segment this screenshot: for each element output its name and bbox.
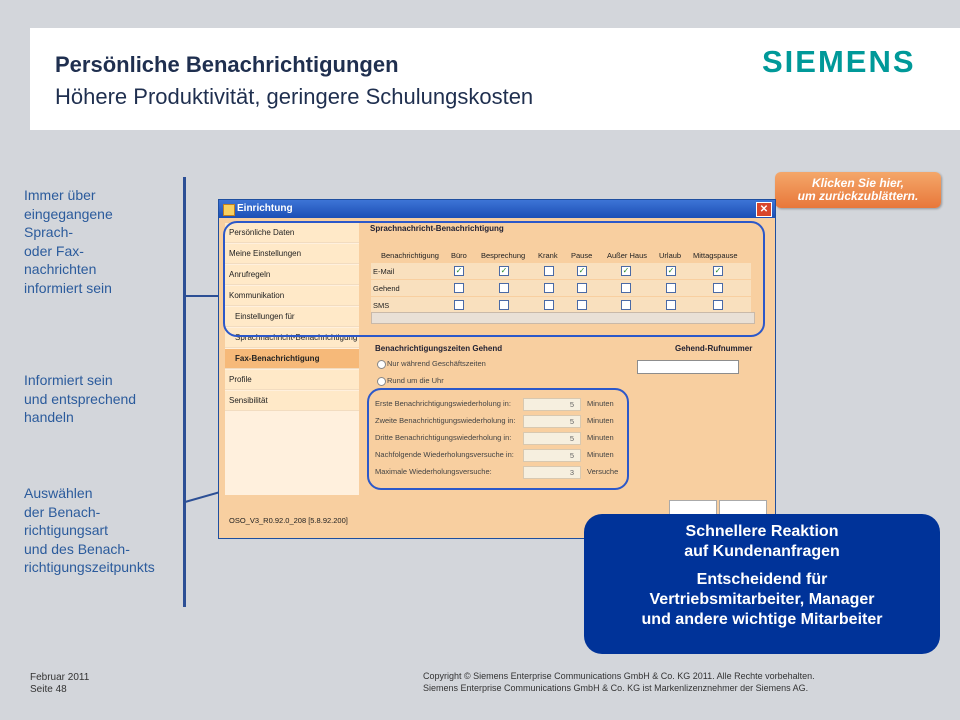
repeat-field-unit: Minuten — [587, 433, 614, 442]
repeat-field-input[interactable]: 5 — [523, 449, 581, 462]
callout-line4: Vertriebsmitarbeiter, Manager — [649, 591, 875, 608]
repeat-field-value: 3 — [569, 468, 574, 477]
repeat-field-label: Erste Benachrichtigungswiederholung in: — [375, 399, 511, 408]
nav-item-sensibilitaet[interactable]: Sensibilität — [225, 391, 359, 411]
repeat-field-unit: Versuche — [587, 467, 619, 476]
highlight-voice-notification — [223, 221, 765, 337]
repeat-field-value: 5 — [569, 417, 574, 426]
status-bar-version: OSO_V3_R0.92.0_208 [5.8.92.200] — [229, 516, 348, 525]
repeat-field-unit: Minuten — [587, 450, 614, 459]
repeat-field-input[interactable]: 3 — [523, 466, 581, 479]
footer-copyright-2: Siemens Enterprise Communications GmbH &… — [423, 683, 809, 693]
gehend-number-field[interactable] — [637, 360, 739, 374]
back-button[interactable]: Klicken Sie hier, um zurückzublättern. — [775, 172, 941, 208]
footer-page: Seite 48 — [30, 684, 67, 695]
footer-copyright-1: Copyright © Siemens Enterprise Communica… — [423, 671, 815, 681]
radio-around-clock[interactable] — [377, 377, 386, 386]
window-app-icon — [223, 204, 235, 216]
back-button-line2: um zurückzublättern. — [797, 189, 919, 203]
benefit-callout: Schnellere Reaktion auf Kundenanfragen E… — [584, 514, 940, 654]
radio-business-hours-label: Nur während Geschäftszeiten — [387, 359, 486, 368]
repeat-field-value: 5 — [569, 400, 574, 409]
repeat-field-label: Dritte Benachrichtigungswiederholung in: — [375, 433, 512, 442]
settings-window: Einrichtung ✕ Persönliche Daten Meine Ei… — [218, 199, 776, 539]
nav-item-fax-benachrichtigung[interactable]: Fax-Benachrichtigung — [225, 349, 359, 369]
repeat-field-label: Maximale Wiederholungsversuche: — [375, 467, 492, 476]
repeat-field-value: 5 — [569, 434, 574, 443]
repeat-field-input[interactable]: 5 — [523, 432, 581, 445]
number-label: Gehend-Rufnummer — [675, 344, 753, 353]
radio-around-clock-label: Rund um die Uhr — [387, 376, 444, 385]
radio-business-hours[interactable] — [377, 360, 386, 369]
nav-item-profile[interactable]: Profile — [225, 370, 359, 390]
window-title: Einrichtung — [237, 203, 293, 214]
callout-line5: und andere wichtige Mitarbeiter — [641, 611, 883, 628]
repeat-field-value: 5 — [569, 451, 574, 460]
repeat-field-input[interactable]: 5 — [523, 398, 581, 411]
repeat-field-unit: Minuten — [587, 416, 614, 425]
footer-left: Februar 2011 Seite 48 — [30, 672, 89, 696]
close-icon[interactable]: ✕ — [756, 202, 772, 217]
repeat-field-input[interactable]: 5 — [523, 415, 581, 428]
times-section-title: Benachrichtigungszeiten Gehend — [375, 344, 503, 353]
callout-line1: Schnellere Reaktion — [685, 523, 839, 540]
footer-right: Copyright © Siemens Enterprise Communica… — [423, 670, 815, 694]
repeat-field-unit: Minuten — [587, 399, 614, 408]
footer-date: Februar 2011 — [30, 672, 90, 683]
callout-line2: auf Kundenanfragen — [684, 543, 840, 560]
repeat-field-label: Zweite Benachrichtigungswiederholung in: — [375, 416, 516, 425]
window-titlebar[interactable] — [219, 200, 775, 218]
callout-line3: Entscheidend für — [696, 571, 828, 588]
repeat-field-label: Nachfolgende Wiederholungsversuche in: — [375, 450, 514, 459]
